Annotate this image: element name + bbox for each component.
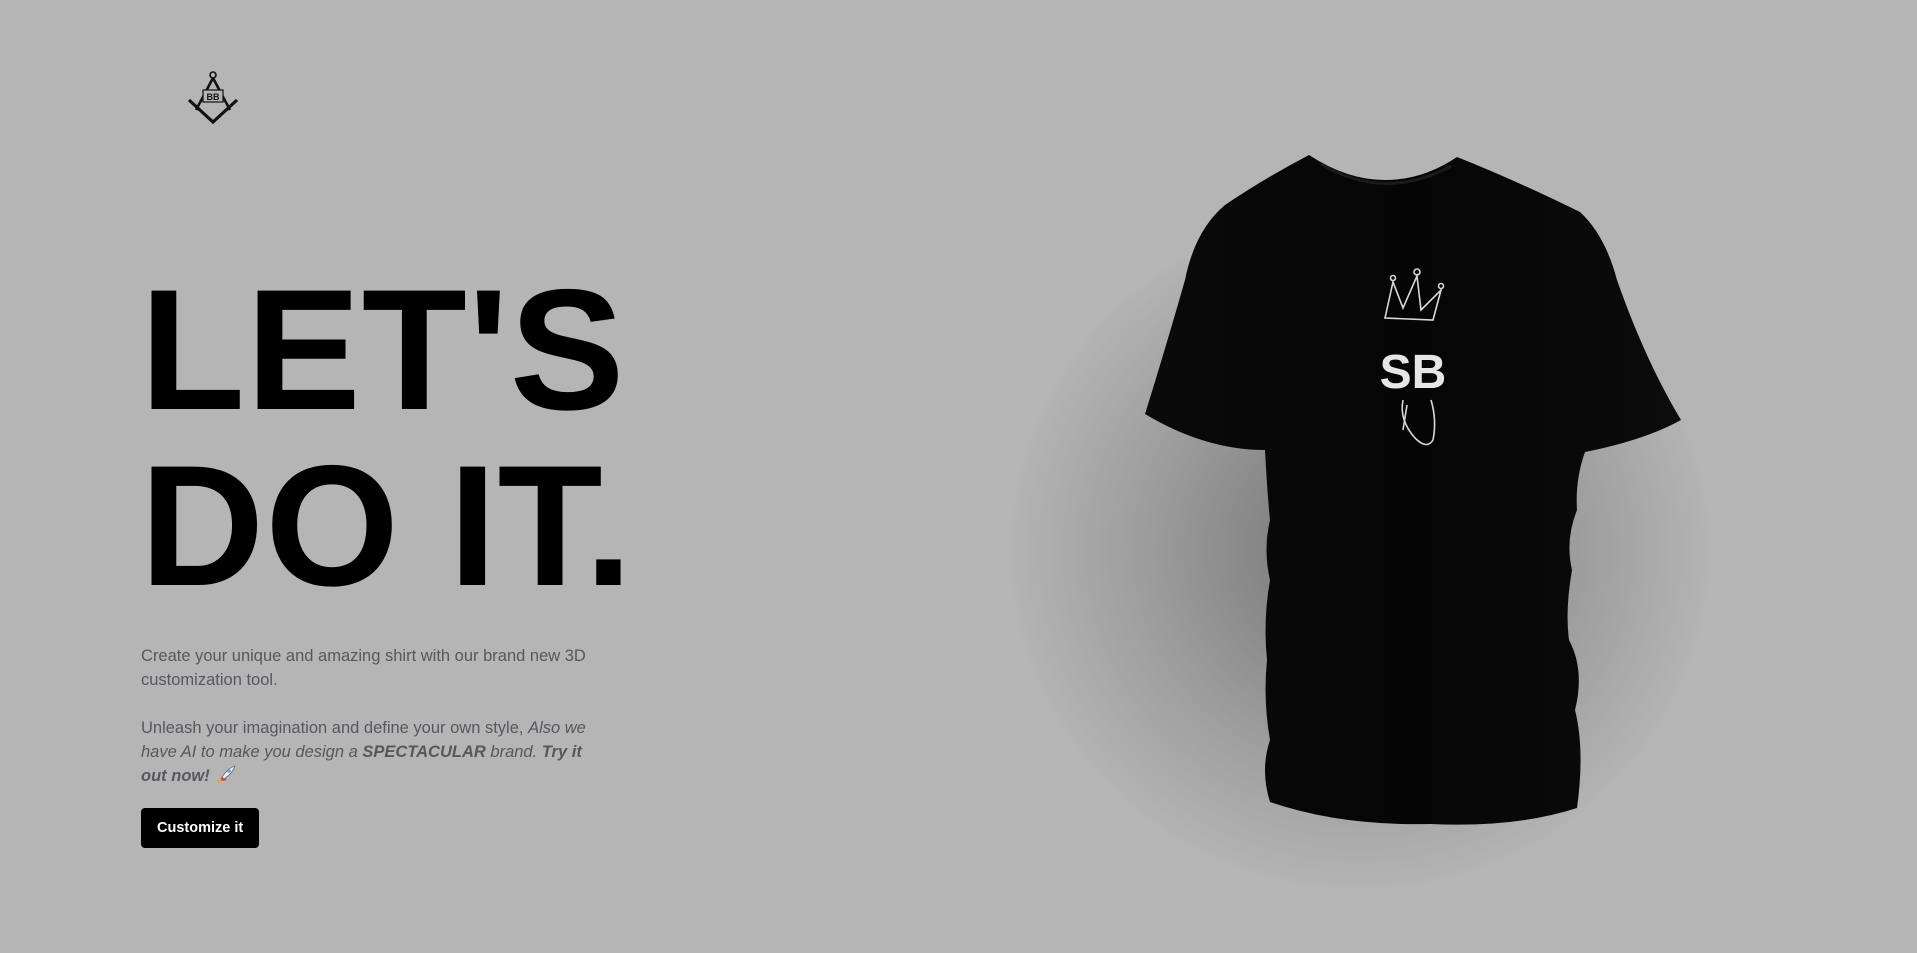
hero-copy: Create your unique and amazing shirt wit…	[141, 644, 591, 788]
spectacular-emphasis: SPECTACULAR	[362, 743, 486, 761]
intro-paragraph: Create your unique and amazing shirt wit…	[141, 647, 586, 689]
compass-square-icon[interactable]: BB	[186, 70, 240, 124]
home-page: BB LET'S DO IT. Create your unique and a…	[0, 0, 1917, 953]
hero-headline: LET'S DO IT.	[140, 262, 633, 614]
shirt-body	[1145, 155, 1681, 825]
headline-line-1: LET'S	[140, 254, 626, 446]
ai-paragraph-text: Unleash your imagination and define your…	[141, 719, 529, 737]
logo-text: BB	[207, 92, 220, 102]
headline-line-2: DO IT.	[140, 430, 634, 622]
ai-paragraph-italic-end: brand.	[485, 743, 538, 761]
rocket-icon	[216, 765, 236, 784]
ai-paragraph: Unleash your imagination and define your…	[141, 716, 591, 788]
tshirt-3d-preview[interactable]: SB	[1085, 150, 1685, 830]
shirt-print-text: SB	[1380, 346, 1447, 399]
customize-it-button[interactable]: Customize it	[141, 808, 260, 848]
